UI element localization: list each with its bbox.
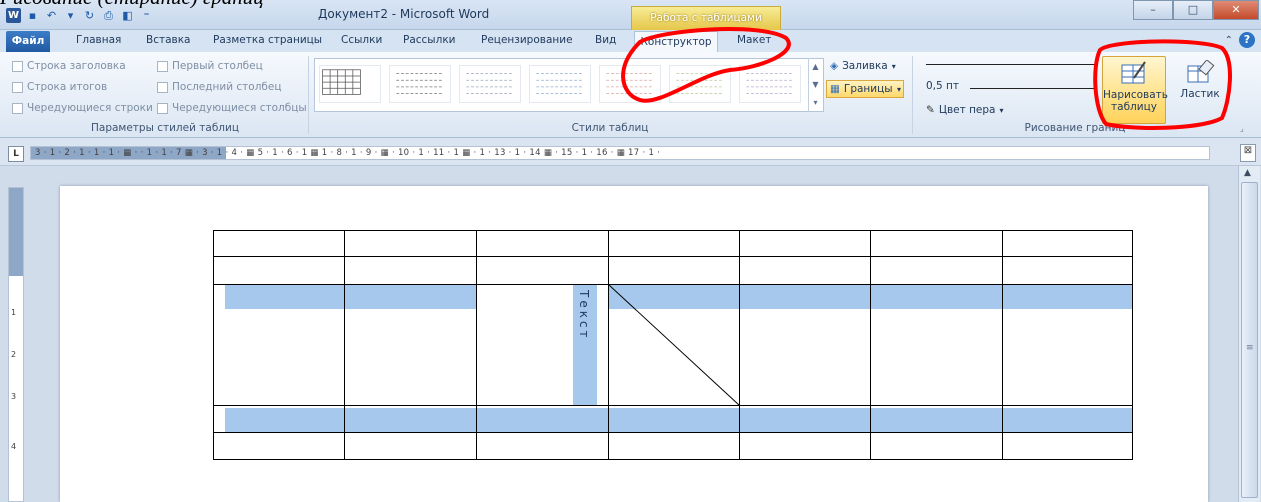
pen-weight-select[interactable]: 0,5 пт (926, 80, 959, 92)
view-ruler-icon[interactable]: ⊠ (1240, 144, 1256, 162)
vertical-scrollbar[interactable]: ▲ ≡ (1238, 166, 1260, 502)
redo-icon[interactable]: ↻ (82, 8, 97, 23)
tab-mailings[interactable]: Рассылки (403, 34, 455, 46)
tab-file[interactable]: Файл (6, 31, 50, 52)
table-style-tile[interactable] (459, 65, 521, 103)
scroll-up-icon[interactable]: ▲ (1244, 168, 1251, 178)
ruler-number: 2 (11, 350, 17, 359)
checkbox-banded-columns[interactable]: Чередующиеся столбцы (157, 102, 307, 114)
paint-bucket-icon: ◈ (830, 60, 839, 72)
ruler-number: 3 (11, 392, 17, 401)
undo-dropdown-icon[interactable]: ▾ (63, 8, 78, 23)
word-app-icon[interactable]: W (6, 8, 21, 23)
word-table[interactable]: Текст (213, 230, 1133, 460)
ruler-number: 4 (11, 442, 17, 451)
chevron-down-icon: ▾ (999, 105, 1004, 115)
checkbox-total-row[interactable]: Строка итогов (12, 81, 107, 93)
divider (912, 56, 913, 134)
eraser-label: Ластик (1180, 88, 1220, 100)
dialog-launcher-icon[interactable]: ⌟ (1240, 124, 1244, 133)
borders-icon: ▦ (830, 83, 840, 95)
tab-selector[interactable]: L (8, 146, 24, 162)
draw-table-label: Нарисовать таблицу (1103, 89, 1168, 113)
print-preview-icon[interactable]: ◧ (120, 8, 135, 23)
document-title: Документ2 - Microsoft Word (318, 7, 490, 21)
checkbox-header-row[interactable]: Строка заголовка (12, 60, 126, 72)
draw-table-icon (1121, 61, 1146, 84)
maximize-button[interactable]: □ (1173, 0, 1213, 20)
horizontal-ruler[interactable]: 3 · 1 · 2 · 1 · 1 · 1 · ▦ · · 1 · 1 · 7 … (30, 146, 1210, 160)
minimize-button[interactable]: – (1133, 0, 1173, 20)
scroll-thumb[interactable]: ≡ (1241, 182, 1258, 498)
ribbon-design: Строка заголовка Первый столбец Строка и… (0, 52, 1261, 138)
tab-home[interactable]: Главная (76, 34, 121, 46)
tab-layout[interactable]: Макет (737, 34, 771, 46)
table-style-tile[interactable] (739, 65, 801, 103)
tab-review[interactable]: Рецензирование (481, 34, 573, 46)
tab-view[interactable]: Вид (595, 34, 616, 46)
table-styles-gallery (314, 58, 824, 112)
table-style-tile[interactable] (669, 65, 731, 103)
tab-insert[interactable]: Вставка (146, 34, 191, 46)
help-icon[interactable]: ? (1239, 32, 1255, 48)
group-label-style-options: Параметры стилей таблиц (91, 122, 239, 134)
grip-icon: ≡ (1246, 343, 1254, 353)
minimize-ribbon-icon[interactable]: ⌃ (1225, 35, 1233, 46)
print-icon[interactable]: ⎙ (101, 8, 116, 23)
borders-button[interactable]: ▦ Границы ▾ (826, 80, 904, 98)
vertical-ruler[interactable]: 1 2 3 4 (8, 187, 24, 502)
document-page[interactable]: Текст (60, 186, 1208, 502)
gallery-scroll[interactable]: ▲ ▼ ▾ (808, 58, 822, 112)
tab-references[interactable]: Ссылки (341, 34, 382, 46)
tab-page-layout[interactable]: Разметка страницы (213, 34, 322, 46)
pen-weight-line (970, 88, 1096, 89)
ruler-margin (9, 188, 23, 276)
page-caption: Рисование (стирание) границ (0, 0, 520, 8)
chevron-down-icon: ▾ (896, 84, 901, 94)
divider (308, 56, 309, 134)
ruler-number: 1 (11, 308, 17, 317)
chevron-down-icon: ▾ (891, 61, 896, 71)
quick-access-toolbar: W ▪ ↶ ▾ ↻ ⎙ ◧ ⁼ (6, 8, 154, 23)
pen-style-line[interactable] (926, 64, 1096, 65)
table-style-tile[interactable] (599, 65, 661, 103)
pen-color-button[interactable]: ✎ Цвет пера ▾ (926, 104, 1004, 116)
group-label-table-styles: Стили таблиц (571, 122, 649, 134)
table-grid (213, 230, 1133, 460)
help-area: ⌃ ? (1225, 32, 1255, 48)
window-controls: – □ ✕ (1133, 0, 1259, 20)
shading-button[interactable]: ◈ Заливка ▾ (830, 60, 896, 72)
tab-design[interactable]: Конструктор (634, 31, 718, 52)
table-tools-header: Работа с таблицами (631, 6, 781, 30)
undo-icon[interactable]: ↶ (44, 8, 59, 23)
checkbox-first-column[interactable]: Первый столбец (157, 60, 263, 72)
customize-qat-icon[interactable]: ⁼ (139, 8, 154, 23)
eraser-icon (1187, 60, 1215, 83)
eraser-button[interactable]: Ластик (1180, 56, 1220, 124)
draw-table-button[interactable]: Нарисовать таблицу (1102, 56, 1168, 124)
table-style-tile[interactable] (529, 65, 591, 103)
ribbon-tabs: Главная Вставка Разметка страницы Ссылки… (0, 30, 1261, 52)
close-button[interactable]: ✕ (1213, 0, 1259, 20)
checkbox-last-column[interactable]: Последний столбец (157, 81, 281, 93)
pen-icon: ✎ (926, 104, 935, 116)
ruler-ticks: 3 · 1 · 2 · 1 · 1 · 1 · ▦ · · 1 · 1 · 7 … (35, 148, 661, 158)
vertical-cell-text[interactable]: Текст (577, 290, 591, 341)
table-style-tile[interactable] (389, 65, 451, 103)
checkbox-banded-rows[interactable]: Чередующиеся строки (12, 102, 153, 114)
save-icon[interactable]: ▪ (25, 8, 40, 23)
table-style-tile[interactable] (319, 65, 381, 103)
